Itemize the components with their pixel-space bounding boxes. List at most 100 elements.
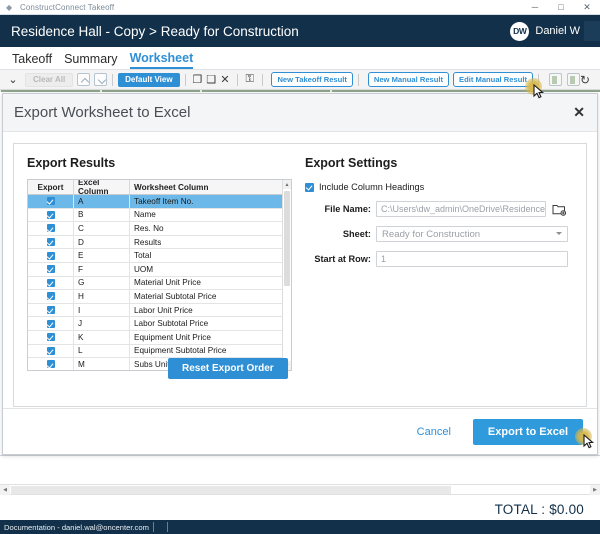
export-checkbox[interactable] — [46, 346, 55, 355]
export-checkbox-cell[interactable] — [28, 344, 74, 358]
grid-vertical-scrollbar[interactable]: ▲ ▼ — [282, 180, 291, 370]
collapse-up-button[interactable] — [77, 73, 91, 86]
table-row[interactable]: G Material Unit Price — [28, 276, 291, 291]
excel-column-cell: C — [74, 222, 130, 235]
export-checkbox-cell[interactable] — [28, 195, 74, 208]
include-column-headings-checkbox[interactable] — [305, 182, 314, 192]
toolbar-divider — [184, 73, 186, 86]
refresh-icon[interactable]: ↻ — [580, 73, 590, 87]
horizontal-scroll-thumb[interactable] — [11, 486, 451, 494]
table-row[interactable]: D Results — [28, 235, 291, 250]
tab-summary[interactable]: Summary — [64, 52, 117, 69]
worksheet-column-cell: Labor Subtotal Price — [134, 319, 209, 329]
export-checkbox[interactable] — [46, 265, 55, 274]
table-row[interactable]: K Equipment Unit Price — [28, 330, 291, 345]
table-row[interactable]: I Labor Unit Price — [28, 303, 291, 318]
export-checkbox[interactable] — [46, 224, 55, 233]
scroll-up-arrow-icon[interactable]: ▲ — [283, 180, 291, 189]
import-excel-icon[interactable] — [566, 73, 580, 86]
delete-icon[interactable]: ✕ — [218, 73, 232, 86]
excel-column-cell: F — [74, 262, 130, 276]
file-name-input[interactable]: C:\Users\dw_admin\OneDrive\Residence H: — [376, 201, 546, 217]
sheet-select-wrapper[interactable]: Ready for Construction — [376, 226, 568, 242]
export-checkbox-cell[interactable] — [28, 208, 74, 222]
dialog-title: Export Worksheet to Excel — [14, 104, 191, 121]
paste-icon[interactable]: ❑ — [204, 73, 218, 86]
new-takeoff-result-button[interactable]: New Takeoff Result — [271, 72, 353, 87]
start-at-row-input[interactable]: 1 — [376, 251, 568, 267]
close-window-button[interactable]: ✕ — [574, 0, 600, 15]
export-to-excel-button[interactable]: Export to Excel — [472, 418, 583, 445]
export-checkbox-cell[interactable] — [28, 235, 74, 249]
sheet-row: Sheet: Ready for Construction — [305, 226, 588, 242]
user-menu[interactable]: DW Daniel W — [510, 21, 600, 41]
export-checkbox-cell[interactable] — [28, 290, 74, 303]
export-checkbox[interactable] — [46, 292, 55, 301]
user-name: Daniel W — [535, 25, 580, 37]
reset-export-order-button[interactable]: Reset Export Order — [168, 358, 288, 379]
export-settings-section: Export Settings Include Column Headings … — [305, 156, 588, 267]
export-checkbox-cell[interactable] — [28, 317, 74, 330]
excel-column-cell: D — [74, 235, 130, 249]
excel-column-cell: K — [74, 330, 130, 344]
export-checkbox-cell[interactable] — [28, 222, 74, 235]
copy-icon[interactable]: ❐ — [190, 73, 204, 86]
worksheet-column-cell: Total — [134, 251, 152, 261]
toolbar-divider — [236, 73, 238, 86]
table-row[interactable]: J Labor Subtotal Price — [28, 317, 291, 331]
export-checkbox[interactable] — [46, 360, 55, 369]
export-checkbox[interactable] — [46, 278, 55, 287]
sheet-select[interactable]: Ready for Construction — [376, 226, 568, 242]
table-row[interactable]: A Takeoff Item No. — [28, 195, 291, 209]
export-checkbox[interactable] — [46, 319, 55, 328]
export-checkbox[interactable] — [46, 333, 55, 342]
close-icon[interactable]: ✕ — [573, 104, 585, 121]
sheet-label: Sheet: — [342, 229, 371, 239]
expand-down-button[interactable] — [94, 73, 108, 86]
include-column-headings-row[interactable]: Include Column Headings — [305, 182, 588, 192]
export-checkbox[interactable] — [46, 238, 55, 247]
clear-all-button[interactable]: Clear All — [25, 72, 74, 87]
minimize-button[interactable]: ─ — [522, 0, 548, 15]
browse-folder-icon[interactable] — [552, 203, 567, 216]
worksheet-column-cell: UOM — [134, 264, 154, 274]
cancel-button[interactable]: Cancel — [417, 426, 451, 438]
column-header-excel-column[interactable]: Excel Column — [74, 180, 130, 196]
maximize-button[interactable]: □ — [548, 0, 574, 15]
export-checkbox[interactable] — [46, 210, 55, 219]
table-row[interactable]: C Res. No — [28, 222, 291, 236]
column-header-worksheet-column[interactable]: Worksheet Column — [130, 180, 291, 194]
scroll-right-arrow-icon[interactable]: ▶ — [590, 485, 600, 495]
new-manual-result-button[interactable]: New Manual Result — [367, 72, 450, 87]
chevron-down-icon[interactable]: ⌄ — [4, 71, 22, 88]
export-checkbox-cell[interactable] — [28, 262, 74, 276]
default-view-button[interactable]: Default View — [118, 72, 180, 87]
lock-icon[interactable]: ⚿ — [243, 73, 257, 86]
export-excel-icon[interactable] — [548, 73, 562, 86]
column-header-export[interactable]: Export — [28, 180, 74, 194]
export-checkbox-cell[interactable] — [28, 249, 74, 262]
toolbar-divider — [261, 73, 263, 86]
chevron-down-icon[interactable] — [556, 232, 562, 235]
export-checkbox-cell[interactable] — [28, 330, 74, 344]
export-checkbox[interactable] — [46, 197, 55, 206]
export-checkbox[interactable] — [46, 251, 55, 260]
export-checkbox[interactable] — [46, 306, 55, 315]
excel-column-cell: L — [74, 344, 130, 358]
table-row[interactable]: B Name — [28, 208, 291, 223]
table-row[interactable]: L Equipment Subtotal Price — [28, 344, 291, 359]
table-row[interactable]: F UOM — [28, 262, 291, 277]
export-checkbox-cell[interactable] — [28, 303, 74, 317]
export-checkbox-cell[interactable] — [28, 276, 74, 290]
dialog-footer: Cancel Export to Excel — [3, 408, 597, 454]
tab-worksheet[interactable]: Worksheet — [129, 51, 194, 69]
table-row[interactable]: E Total — [28, 249, 291, 263]
tab-takeoff[interactable]: Takeoff — [12, 52, 52, 69]
user-menu-edge — [584, 21, 600, 41]
export-checkbox-cell[interactable] — [28, 358, 74, 370]
vertical-scroll-thumb[interactable] — [284, 191, 290, 286]
edit-manual-result-button[interactable]: Edit Manual Result — [453, 72, 533, 87]
scroll-left-arrow-icon[interactable]: ◀ — [0, 485, 10, 495]
table-row[interactable]: H Material Subtotal Price — [28, 290, 291, 304]
horizontal-scrollbar[interactable]: ◀ ▶ — [0, 484, 600, 495]
